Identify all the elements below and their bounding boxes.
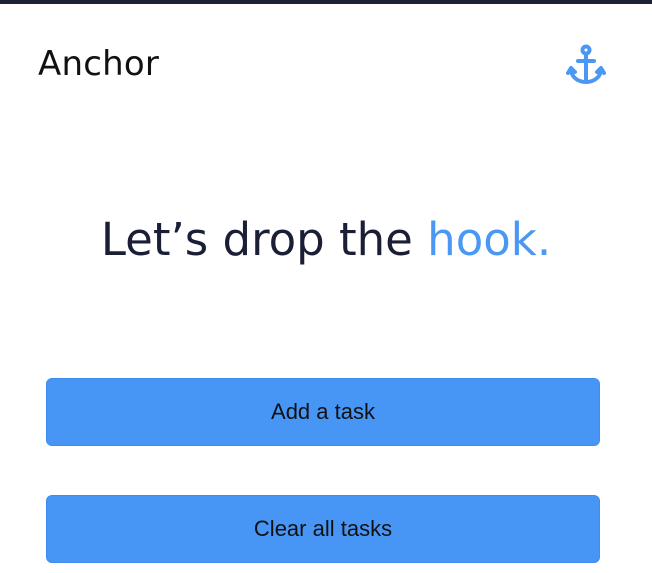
add-task-button[interactable]: Add a task xyxy=(46,378,600,446)
headline-accent: hook. xyxy=(427,213,552,266)
app-header: Anchor xyxy=(0,4,652,114)
add-task-label: Add a task xyxy=(271,399,375,424)
hero-headline: Let’s drop the hook. xyxy=(0,210,652,270)
app-title: Anchor xyxy=(38,44,160,84)
clear-all-tasks-button[interactable]: Clear all tasks xyxy=(46,495,600,563)
clear-all-tasks-label: Clear all tasks xyxy=(253,516,393,541)
anchor-icon xyxy=(566,44,606,84)
headline-text: Let’s drop the xyxy=(100,213,428,266)
